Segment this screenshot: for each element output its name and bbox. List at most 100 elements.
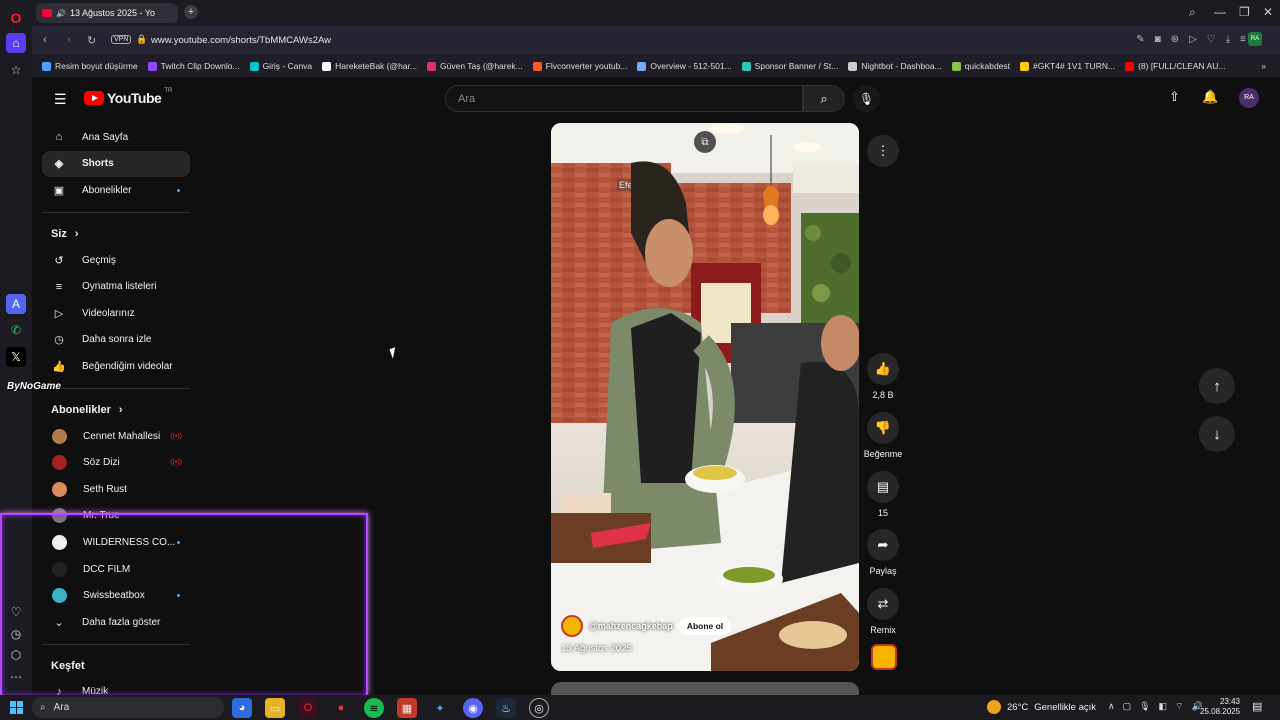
sidebar-item-you[interactable]: ↺ Geçmiş <box>42 247 190 274</box>
device-icon[interactable]: ▢ <box>1123 701 1132 712</box>
camera-icon[interactable]: ◙ <box>1155 34 1161 45</box>
sidebar-item-you[interactable]: ◷ Daha sonra izle <box>42 327 190 354</box>
copilot-icon[interactable]: ◕ <box>232 698 252 718</box>
channel-handle[interactable]: @mahzencagkebap <box>589 621 673 631</box>
comments-button[interactable]: ▤ 15 <box>863 471 903 518</box>
bookmark-item[interactable]: quickabdest <box>951 61 1010 71</box>
search-input[interactable] <box>446 86 802 111</box>
sidebar-item-subscription[interactable]: WILDERNESS CO... <box>42 529 190 556</box>
spotify-icon[interactable]: ≋ <box>364 698 384 718</box>
menu-icon[interactable]: ≡ <box>1240 34 1246 45</box>
taskbar-search[interactable]: ⌕ Ara <box>32 697 224 718</box>
sidebar-item-you[interactable]: 👍 Beğendiğim videolar <box>42 353 190 380</box>
sidebar-item-you[interactable]: ≡ Oynatma listeleri <box>42 273 190 300</box>
bookmark-item[interactable]: Nightbot - Dashboa... <box>848 61 942 71</box>
sidebar-item-main[interactable]: ⌂ Ana Sayfa <box>42 124 190 151</box>
bookmark-item[interactable]: Güven Taş (@harek... <box>427 61 523 71</box>
bookmark-item[interactable]: Twitch Clip Downlo... <box>147 61 240 71</box>
heart-icon[interactable]: ♡ <box>1207 34 1216 45</box>
windows-start-icon[interactable] <box>10 701 23 714</box>
bookmark-item[interactable]: Overview - 512-501... <box>637 61 732 71</box>
file-explorer-icon[interactable]: ▭ <box>265 698 285 718</box>
heart-icon[interactable]: ♡ <box>6 602 26 622</box>
previous-short-button[interactable]: ↑ <box>1199 368 1235 404</box>
reload-button[interactable]: ↻ <box>87 34 96 47</box>
steam-icon[interactable]: ♨ <box>496 698 516 718</box>
hamburger-menu-icon[interactable]: ☰ <box>54 91 67 108</box>
opera-gx-icon[interactable]: O <box>298 698 318 718</box>
sidebar-item-subscription[interactable]: Söz Dizi ((•)) <box>42 449 190 476</box>
weather-widget[interactable]: 26°C Genellikle açık <box>987 700 1096 714</box>
search-tabs-icon[interactable]: ⌕ <box>1189 5 1196 20</box>
close-window-button[interactable]: ✕ <box>1263 5 1273 19</box>
bookmarks-more-icon[interactable]: » <box>1261 61 1266 71</box>
subscribe-button[interactable]: Abone ol <box>678 617 732 635</box>
mic-icon[interactable]: 🎙 <box>1139 701 1150 712</box>
bookmark-item[interactable]: HareketeBak (@har... <box>322 61 417 71</box>
obs-icon[interactable]: ◎ <box>529 698 549 718</box>
url-field[interactable]: www.youtube.com/shorts/TbMMCAWs2Aw <box>151 35 331 46</box>
like-button[interactable]: 👍 2,8 B <box>863 353 903 400</box>
remix-button[interactable]: ⇄ Remix <box>863 588 903 635</box>
sidebar-item-subscription[interactable]: DCC FILM <box>42 556 190 583</box>
star-icon[interactable]: ☆ <box>6 60 26 80</box>
edit-icon[interactable]: ✎ <box>1136 34 1144 45</box>
app-tray-icon[interactable]: ◧ <box>1159 701 1168 712</box>
sidebar-item-subscription[interactable]: Cennet Mahallesi ((•)) <box>42 423 190 450</box>
maximize-button[interactable]: ❐ <box>1239 5 1250 19</box>
sidebar-item-subscription[interactable]: Swissbeatbox <box>42 582 190 609</box>
upload-icon[interactable]: ⇧ <box>1169 89 1180 105</box>
sidebar-item-subscription[interactable]: Seth Rust <box>42 476 190 503</box>
dislike-button[interactable]: 👎 Beğenme <box>863 412 903 459</box>
share-button[interactable]: ➦ Paylaş <box>863 529 903 576</box>
media-app-icon[interactable]: ▦ <box>397 698 417 718</box>
next-short-button[interactable]: ↓ <box>1199 416 1235 452</box>
bookmark-item[interactable]: #GKT4# 1V1 TURN... <box>1020 61 1115 71</box>
cube-icon[interactable]: ⬡ <box>6 645 26 665</box>
opera-logo-icon[interactable]: O <box>6 8 26 28</box>
sidebar-item-subscription[interactable]: Mr. True <box>42 503 190 530</box>
section-subscriptions[interactable]: Abonelikler › <box>42 397 190 423</box>
active-tab[interactable]: 🔊 13 Ağustos 2025 - Yo <box>36 3 178 23</box>
clock-icon[interactable]: ◷ <box>6 624 26 644</box>
notifications-icon[interactable]: ▤ <box>1252 700 1262 713</box>
shield-icon[interactable]: ⊛ <box>1171 34 1179 45</box>
speaker-icon[interactable]: 🔊 <box>56 9 66 18</box>
section-you[interactable]: Siz › <box>42 221 190 247</box>
more-icon[interactable]: ⋯ <box>6 667 26 687</box>
bookmark-item[interactable]: Flvconverter youtub... <box>532 61 627 71</box>
new-tab-button[interactable]: + <box>184 5 198 19</box>
bookmark-item[interactable]: Giriş - Canva <box>249 61 312 71</box>
back-button[interactable]: ‹ <box>43 34 47 46</box>
multi-clip-icon[interactable]: ⧉ <box>694 131 716 153</box>
discord-icon[interactable]: ◉ <box>463 698 483 718</box>
channel-avatar[interactable] <box>561 615 583 637</box>
voice-search-button[interactable]: 🎙 <box>853 85 880 112</box>
sidebar-item-show-more[interactable]: ⌄ Daha fazla göster <box>42 609 190 636</box>
x-icon[interactable]: 𝕏 <box>6 347 26 367</box>
search-button[interactable]: ⌕ <box>803 85 845 112</box>
profile-icon[interactable]: RA <box>1248 32 1262 46</box>
network-app-icon[interactable]: ✦ <box>430 698 450 718</box>
bookmark-item[interactable]: Resim boyut düşürme <box>42 61 138 71</box>
clock[interactable]: 23:43 25.08.2025 <box>1200 697 1240 717</box>
download-icon[interactable]: ⤓ <box>1226 34 1230 45</box>
play-icon[interactable]: ▷ <box>1189 34 1197 45</box>
bookmark-item[interactable]: (8) [FULL/CLEAN AU... <box>1125 61 1225 71</box>
shorts-video-player[interactable]: Efendi ⧉ <box>551 123 859 671</box>
bookmark-item[interactable]: Sponsor Banner / St... <box>741 61 838 71</box>
home-icon[interactable]: ⌂ <box>6 33 26 53</box>
forward-button[interactable]: › <box>67 34 71 46</box>
sidebar-item-you[interactable]: ▷ Videolarınız <box>42 300 190 327</box>
more-options-button[interactable]: ⋮ <box>867 135 899 167</box>
aria-icon[interactable]: A <box>6 294 26 314</box>
sound-channel-thumbnail[interactable] <box>871 644 897 670</box>
lock-icon[interactable]: 🔒 <box>136 34 147 45</box>
chevron-up-icon[interactable]: ∧ <box>1108 701 1115 712</box>
vpn-badge[interactable]: VPN <box>111 35 132 44</box>
sidebar-item-main[interactable]: ▣ Abonelikler <box>42 177 190 204</box>
whatsapp-icon[interactable]: ✆ <box>6 320 26 340</box>
sidebar-item-main[interactable]: ◈ Shorts <box>42 150 190 178</box>
wifi-icon[interactable]: ⌔ <box>1175 701 1183 712</box>
avatar[interactable]: RA <box>1239 88 1259 108</box>
